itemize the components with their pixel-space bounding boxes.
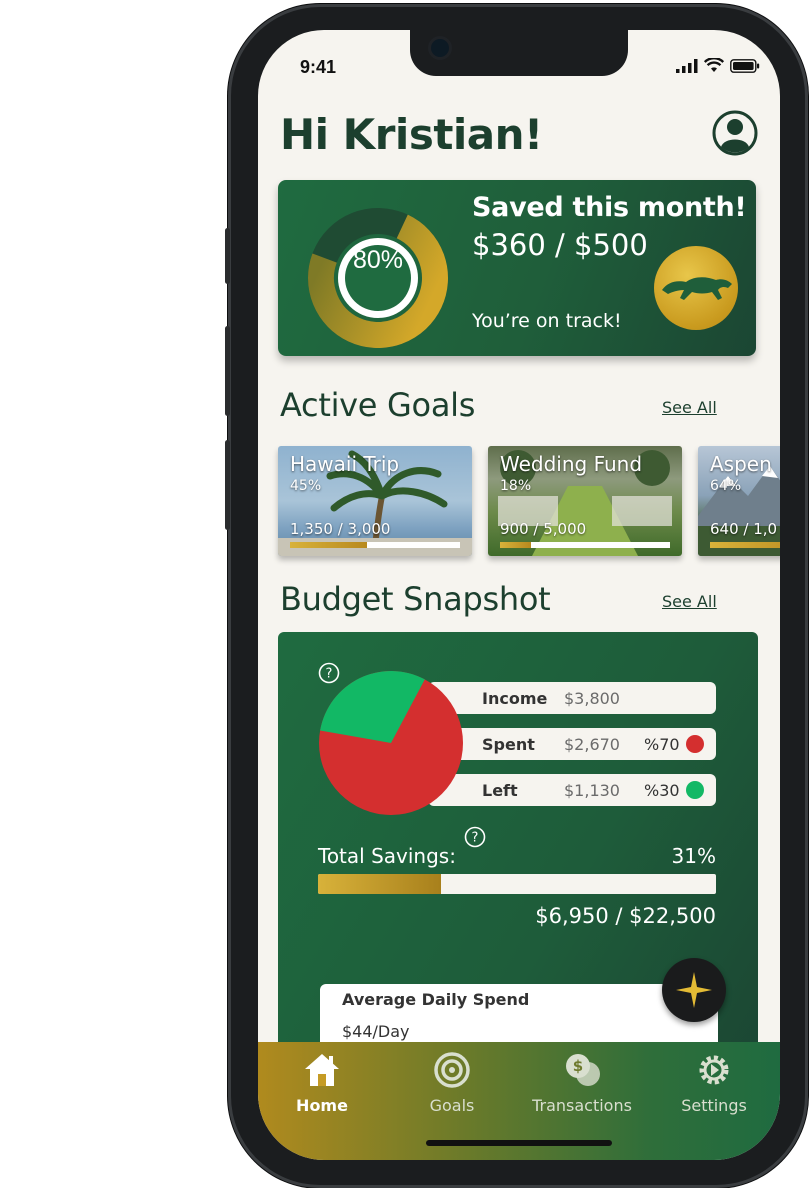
left-color-dot [686, 781, 704, 799]
volume-down-button [225, 440, 230, 530]
savings-progress-ring [308, 208, 448, 348]
signal-icon [676, 58, 698, 73]
nav-label: Home [296, 1096, 348, 1115]
row-label: Income [482, 688, 548, 708]
sparkle-plus-icon [676, 972, 712, 1008]
savings-percent-label: 80% [352, 246, 404, 274]
goal-card-aspen[interactable]: Aspen 64% 640 / 1,0 [698, 446, 780, 556]
battery-icon [730, 58, 760, 73]
monthly-savings-card[interactable]: 80% Saved this month! $360 / $500 You’re… [278, 180, 756, 356]
nav-home[interactable]: Home [262, 1052, 382, 1115]
goal-name: Hawaii Trip [290, 452, 400, 476]
row-percent: %30 [644, 780, 680, 800]
goal-card-wedding[interactable]: Wedding Fund 18% 900 / 5,000 [488, 446, 682, 556]
status-time: 9:41 [300, 57, 337, 77]
goal-percent: 45% [290, 478, 322, 494]
goal-name: Wedding Fund [500, 452, 643, 476]
help-icon[interactable]: ? [464, 826, 486, 848]
svg-text:?: ? [472, 831, 479, 846]
goal-amount: 900 / 5,000 [500, 520, 587, 538]
active-goals-title: Active Goals [280, 386, 476, 424]
goal-name: Aspen [710, 452, 772, 476]
goal-amount: 640 / 1,0 [710, 520, 778, 538]
total-savings-progress-bar [318, 874, 716, 894]
saved-status: You’re on track! [472, 310, 622, 332]
saved-title: Saved this month! [472, 192, 747, 223]
total-savings-amount: $6,950 / $22,500 [535, 904, 716, 928]
nav-transactions[interactable]: $ Transactions [522, 1052, 642, 1115]
row-percent: %70 [644, 734, 680, 754]
spent-color-dot [686, 735, 704, 753]
budget-row-spent[interactable]: Spent $2,670 %70 [428, 728, 716, 760]
status-icons [676, 58, 760, 73]
goal-card-hawaii[interactable]: Hawaii Trip 45% 1,350 / 3,000 [278, 446, 472, 556]
goal-progress-bar [710, 542, 780, 548]
row-label: Spent [482, 734, 535, 754]
goal-progress-bar [290, 542, 460, 548]
goals-see-all-link[interactable]: See All [662, 398, 717, 417]
total-savings-label: Total Savings: [318, 844, 456, 868]
goal-percent: 18% [500, 478, 532, 494]
row-value: $3,800 [564, 688, 620, 708]
budget-row-left[interactable]: Left $1,130 %30 [428, 774, 716, 806]
nav-label: Goals [429, 1096, 475, 1115]
avg-daily-value: $44/Day [342, 1022, 410, 1041]
wifi-icon [704, 58, 724, 72]
silent-switch [225, 228, 230, 284]
nav-label: Settings [681, 1096, 747, 1115]
budget-snapshot-title: Budget Snapshot [280, 580, 551, 618]
nav-goals[interactable]: Goals [392, 1052, 512, 1115]
add-button[interactable] [662, 958, 726, 1022]
coins-icon: $ [566, 1054, 600, 1086]
row-value: $2,670 [564, 734, 620, 754]
front-camera [428, 36, 452, 60]
total-savings-percent: 31% [671, 844, 716, 868]
budget-see-all-link[interactable]: See All [662, 592, 717, 611]
nav-settings[interactable]: Settings [654, 1052, 774, 1115]
panther-icon [662, 277, 732, 300]
bottom-nav: Home Goals $ Transactions Settings [258, 1042, 780, 1160]
avg-daily-title: Average Daily Spend [342, 990, 530, 1009]
saved-amount: $360 / $500 [472, 228, 648, 262]
gear-icon [699, 1055, 729, 1085]
budget-pie-chart [319, 671, 463, 815]
target-icon [434, 1052, 470, 1088]
row-label: Left [482, 780, 518, 800]
nav-label: Transactions [532, 1096, 632, 1115]
app-screen: 9:41 Hi Kristian! 80% Saved this month! … [258, 30, 780, 1160]
volume-up-button [225, 326, 230, 416]
greeting-title: Hi Kristian! [280, 110, 543, 159]
panther-logo [654, 246, 738, 330]
profile-avatar-icon[interactable] [712, 110, 758, 156]
goal-percent: 64% [710, 478, 742, 494]
home-indicator [426, 1140, 612, 1146]
goal-amount: 1,350 / 3,000 [290, 520, 391, 538]
home-icon [305, 1054, 339, 1086]
svg-text:$: $ [573, 1057, 583, 1075]
budget-row-income[interactable]: Income $3,800 [428, 682, 716, 714]
row-value: $1,130 [564, 780, 620, 800]
goal-progress-bar [500, 542, 670, 548]
